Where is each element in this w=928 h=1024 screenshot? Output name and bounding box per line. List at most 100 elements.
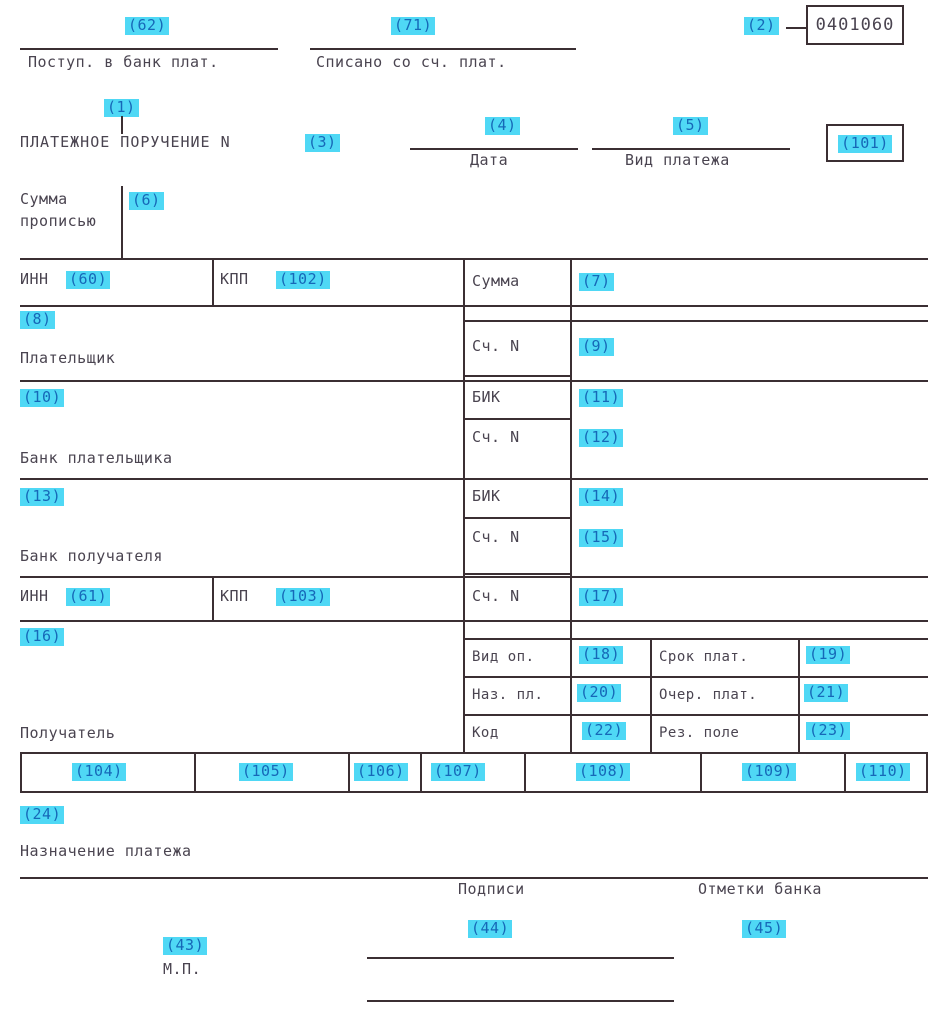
payment-order-form: (62) (71) (2) 0401060 Поступ. в банк пла… <box>0 0 928 1024</box>
rule-budget-top <box>20 752 928 754</box>
field-tag-13: (13) <box>20 488 65 506</box>
label-postup-v-bank: Поступ. в банк плат. <box>28 53 219 71</box>
divider-budget-2 <box>348 752 350 791</box>
form-code-box: 0401060 <box>806 5 904 45</box>
field-101-box: (101) <box>826 124 904 162</box>
leader-line-tag-1 <box>121 116 123 134</box>
divider-left-right <box>463 258 465 752</box>
label-naz-pl: Наз. пл. <box>472 687 544 703</box>
label-payer-bank: Банк плательщика <box>20 449 173 467</box>
rule-right-r1 <box>463 320 928 322</box>
divider-budget-6 <box>844 752 846 791</box>
rule-detail-r1 <box>463 676 928 678</box>
field-tag-62: (62) <box>125 17 170 35</box>
field-tag-106: (106) <box>354 763 408 781</box>
divider-right-label-value <box>570 258 572 638</box>
label-summa-propisyu-1: Сумма <box>20 190 68 208</box>
leader-line-tag-2 <box>786 27 808 29</box>
label-payer-inn: ИНН <box>20 270 49 288</box>
rule-row-payeebank-top <box>20 478 928 480</box>
field-tag-43: (43) <box>163 937 208 955</box>
label-spisano-so-sch: Списано со сч. плат. <box>316 53 507 71</box>
label-rez-pole: Рез. поле <box>659 725 740 741</box>
field-tag-10: (10) <box>20 389 65 407</box>
field-tag-22: (22) <box>582 722 627 740</box>
label-payee-kpp: КПП <box>220 587 249 605</box>
label-right-sch-12: Сч. N <box>472 428 520 446</box>
field-tag-23: (23) <box>806 722 851 740</box>
label-right-summa: Сумма <box>472 272 520 290</box>
field-tag-24: (24) <box>20 806 65 824</box>
field-tag-15: (15) <box>579 529 624 547</box>
rule-data <box>410 148 578 150</box>
field-tag-7: (7) <box>579 273 614 291</box>
divider-budget-3 <box>420 752 422 791</box>
rule-row-payee-inn-top <box>20 576 928 578</box>
rule-budget-bottom <box>20 791 928 793</box>
field-tag-9: (9) <box>579 338 614 356</box>
field-tag-110: (110) <box>856 763 910 781</box>
divider-budget-0 <box>20 752 22 791</box>
label-right-sch-9: Сч. N <box>472 337 520 355</box>
field-tag-14: (14) <box>579 488 624 506</box>
field-tag-20: (20) <box>577 684 622 702</box>
label-ocher-plat: Очер. плат. <box>659 687 758 703</box>
divider-detail-c1 <box>570 638 572 752</box>
field-tag-17: (17) <box>579 588 624 606</box>
label-payer: Плательщик <box>20 349 116 367</box>
label-right-bik-11: БИК <box>472 388 501 406</box>
divider-budget-1 <box>194 752 196 791</box>
field-tag-105: (105) <box>239 763 293 781</box>
field-tag-102: (102) <box>276 271 330 289</box>
field-tag-60: (60) <box>66 271 111 289</box>
rule-right-r5 <box>463 573 570 575</box>
field-101-inner: (101) <box>828 133 902 153</box>
field-tag-11: (11) <box>579 389 624 407</box>
field-tag-103: (103) <box>276 588 330 606</box>
field-tag-16: (16) <box>20 628 65 646</box>
signature-line-2 <box>367 1000 674 1002</box>
rule-right-r4 <box>463 517 570 519</box>
page-title: ПЛАТЕЖНОЕ ПОРУЧЕНИЕ N <box>20 133 231 151</box>
field-tag-101: (101) <box>838 135 892 153</box>
rule-right-r6 <box>463 638 928 640</box>
label-mp: М.П. <box>163 960 202 978</box>
label-kod: Код <box>472 725 499 741</box>
field-tag-2: (2) <box>744 17 779 35</box>
field-tag-71: (71) <box>391 17 436 35</box>
label-vid-op: Вид оп. <box>472 649 535 665</box>
label-right-bik-14: БИК <box>472 487 501 505</box>
label-payer-kpp: КПП <box>220 270 249 288</box>
form-code-value: 0401060 <box>815 15 895 35</box>
field-tag-108: (108) <box>576 763 630 781</box>
divider-budget-5 <box>700 752 702 791</box>
rule-detail-r2 <box>463 714 928 716</box>
rule-right-r3 <box>463 418 570 420</box>
rule-purpose-bottom <box>20 877 928 879</box>
rule-right-r2 <box>463 375 570 377</box>
rule-row-payee-top <box>20 620 928 622</box>
label-data: Дата <box>470 151 509 169</box>
divider-detail-c2 <box>650 638 652 752</box>
label-vid-platezha: Вид платежа <box>625 151 730 169</box>
field-tag-12: (12) <box>579 429 624 447</box>
signature-line-1 <box>367 957 674 959</box>
label-srok-plat: Срок плат. <box>659 649 749 665</box>
field-tag-5: (5) <box>673 117 708 135</box>
field-tag-61: (61) <box>66 588 111 606</box>
rule-row-payer-top <box>20 305 928 307</box>
field-tag-107: (107) <box>431 763 485 781</box>
divider-detail-c3 <box>798 638 800 752</box>
field-tag-8: (8) <box>20 311 55 329</box>
field-tag-45: (45) <box>742 920 787 938</box>
label-podpisi: Подписи <box>458 880 525 898</box>
field-tag-104: (104) <box>72 763 126 781</box>
field-tag-4: (4) <box>485 117 520 135</box>
label-payee: Получатель <box>20 724 116 742</box>
rule-vid-platezha <box>592 148 790 150</box>
divider-payer-inn-kpp <box>212 258 214 305</box>
field-tag-18: (18) <box>579 646 624 664</box>
divider-budget-4 <box>524 752 526 791</box>
field-tag-6: (6) <box>129 192 164 210</box>
rule-row-inn-top <box>20 258 928 260</box>
